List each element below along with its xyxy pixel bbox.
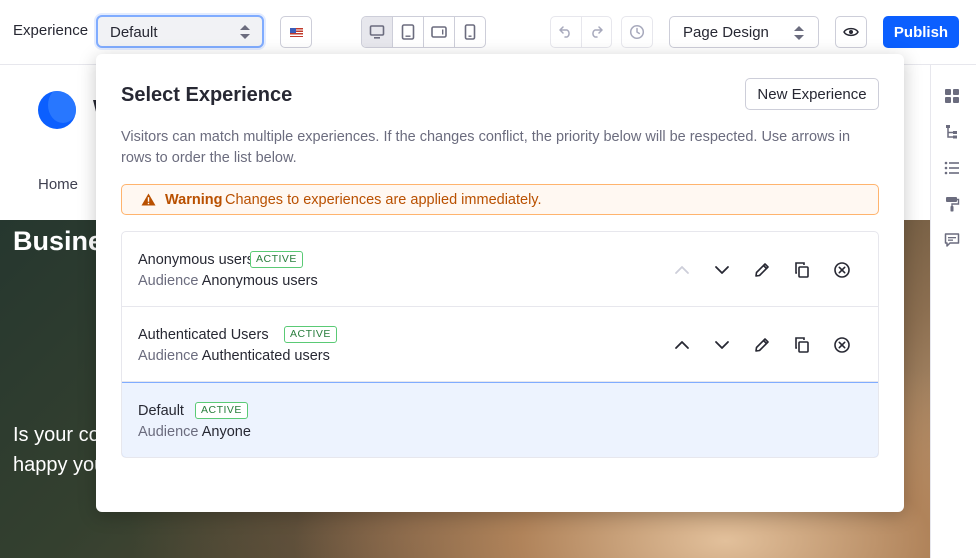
nav-home-link[interactable]: Home — [38, 176, 78, 193]
pencil-icon — [755, 338, 769, 352]
select-arrows-icon — [794, 25, 804, 41]
mobile-icon — [464, 24, 476, 40]
status-badge: ACTIVE — [250, 251, 303, 268]
pencil-icon — [755, 263, 769, 277]
experience-select-value: Default — [110, 24, 158, 41]
edit-button[interactable] — [751, 334, 773, 356]
tablet-button[interactable] — [393, 17, 424, 47]
undo-icon — [559, 26, 570, 38]
tablet-landscape-button[interactable] — [424, 17, 455, 47]
desktop-button[interactable] — [362, 17, 393, 47]
experience-audience: Audience Authenticated users — [138, 348, 330, 364]
undo-redo-group — [550, 16, 612, 48]
redo-icon — [592, 26, 603, 38]
experience-list: Anonymous users ACTIVE Audience Anonymou… — [121, 231, 879, 458]
move-up-button[interactable] — [671, 259, 693, 281]
copy-icon — [795, 262, 809, 278]
site-logo-icon — [38, 91, 76, 129]
publish-button[interactable]: Publish — [883, 16, 959, 48]
mobile-button[interactable] — [455, 17, 485, 47]
audience-key: Audience — [138, 424, 199, 440]
copy-icon — [795, 337, 809, 353]
audience-key: Audience — [138, 348, 199, 364]
edit-button[interactable] — [751, 259, 773, 281]
duplicate-button[interactable] — [791, 259, 813, 281]
experience-audience: Audience Anyone — [138, 424, 251, 440]
language-button[interactable] — [280, 16, 312, 48]
paint-roller-icon[interactable] — [944, 196, 962, 214]
experience-row-default[interactable]: Default ACTIVE Audience Anyone — [122, 382, 878, 457]
history-button[interactable] — [621, 16, 653, 48]
device-switcher — [361, 16, 486, 48]
tablet-landscape-icon — [431, 26, 447, 38]
undo-button[interactable] — [551, 17, 582, 47]
delete-button[interactable] — [831, 334, 853, 356]
page-design-value: Page Design — [683, 24, 769, 41]
status-badge: ACTIVE — [284, 326, 337, 343]
preview-button[interactable] — [835, 16, 867, 48]
experience-label: Experience — [13, 22, 89, 39]
audience-key: Audience — [138, 273, 199, 289]
right-sidebar — [930, 65, 976, 558]
fragments-icon[interactable] — [944, 88, 962, 106]
redo-button[interactable] — [582, 17, 612, 47]
times-circle-icon — [834, 262, 850, 278]
experience-audience: Audience Anonymous users — [138, 273, 318, 289]
eye-icon — [843, 27, 859, 37]
select-arrows-icon — [240, 24, 250, 40]
desktop-icon — [369, 25, 385, 39]
hero-title-line1: All-aro — [13, 194, 99, 224]
chevron-down-icon — [715, 266, 729, 274]
warning-label: Warning — [165, 192, 223, 208]
new-experience-button[interactable]: New Experience — [745, 78, 879, 110]
chevron-up-icon — [675, 341, 689, 349]
move-up-button[interactable] — [671, 334, 693, 356]
select-experience-modal: Select Experience New Experience Visitor… — [96, 54, 904, 512]
list-icon[interactable] — [944, 160, 962, 178]
status-badge: ACTIVE — [195, 402, 248, 419]
move-down-button[interactable] — [711, 259, 733, 281]
move-down-button[interactable] — [711, 334, 733, 356]
us-flag-icon — [290, 28, 303, 37]
modal-description: Visitors can match multiple experiences.… — [121, 129, 851, 166]
hero-text-line1: Is your co — [13, 424, 100, 446]
experience-name: Anonymous users — [138, 252, 255, 268]
chevron-down-icon — [715, 341, 729, 349]
audience-value: Anyone — [201, 424, 251, 440]
times-circle-icon — [834, 337, 850, 353]
modal-title: Select Experience — [121, 84, 293, 106]
history-icon — [629, 24, 645, 40]
delete-button[interactable] — [831, 259, 853, 281]
comments-icon[interactable] — [944, 232, 962, 250]
audience-value: Authenticated users — [201, 348, 330, 364]
warning-text: Changes to experiences are applied immed… — [225, 192, 542, 208]
warning-alert: Warning Changes to experiences are appli… — [121, 184, 879, 215]
warning-icon — [141, 193, 156, 206]
experience-select[interactable]: Default — [96, 15, 264, 48]
page-design-select[interactable]: Page Design — [669, 16, 819, 48]
experience-row-authenticated[interactable]: Authenticated Users ACTIVE Audience Auth… — [122, 307, 878, 382]
page-structure-icon[interactable] — [944, 124, 962, 142]
tablet-icon — [401, 24, 415, 40]
hero-title-line2: Busine — [13, 226, 104, 256]
audience-value: Anonymous users — [201, 273, 318, 289]
experience-name: Default — [138, 403, 184, 419]
experience-row-anonymous[interactable]: Anonymous users ACTIVE Audience Anonymou… — [122, 232, 878, 307]
duplicate-button[interactable] — [791, 334, 813, 356]
chevron-up-icon — [675, 266, 689, 274]
experience-name: Authenticated Users — [138, 327, 269, 343]
